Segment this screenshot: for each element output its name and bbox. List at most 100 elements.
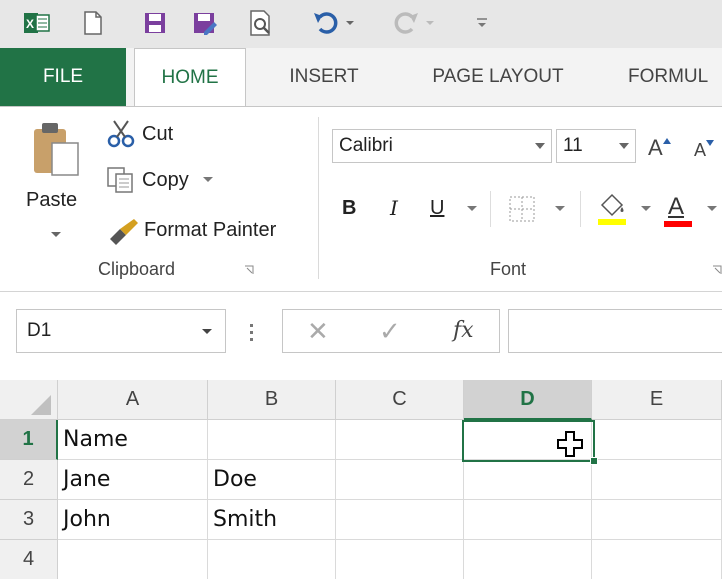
- copy-button[interactable]: Copy: [106, 163, 215, 197]
- formula-bar-grip[interactable]: [248, 316, 254, 346]
- save-icon[interactable]: [140, 8, 170, 38]
- cell-d3[interactable]: [464, 500, 592, 540]
- redo-icon[interactable]: [392, 8, 436, 38]
- shrink-font-button[interactable]: A: [694, 135, 715, 165]
- scissors-icon: [107, 120, 135, 148]
- format-painter-button[interactable]: Format Painter: [106, 213, 276, 247]
- column-header-c[interactable]: C: [336, 380, 464, 420]
- cell-b1[interactable]: [208, 420, 336, 460]
- font-color-button[interactable]: A: [662, 187, 692, 229]
- cancel-icon[interactable]: ✕: [307, 316, 329, 347]
- grow-font-label: A: [648, 135, 663, 160]
- italic-button[interactable]: I: [390, 191, 398, 225]
- font-launcher-icon[interactable]: [712, 265, 722, 275]
- formula-buttons: ✕ ✓ fx: [282, 309, 500, 353]
- borders-dropdown-icon[interactable]: [554, 205, 566, 213]
- cell-c4[interactable]: [336, 540, 464, 579]
- format-painter-icon: [110, 219, 138, 245]
- formula-bar-area: D1 ✕ ✓ fx: [0, 292, 722, 380]
- insert-function-icon[interactable]: fx: [453, 318, 474, 343]
- tab-home[interactable]: HOME: [134, 48, 246, 107]
- name-box[interactable]: D1: [16, 309, 226, 353]
- cell-e4[interactable]: [592, 540, 722, 579]
- toolbar-divider: [490, 191, 491, 227]
- font-color-dropdown-icon[interactable]: [706, 205, 718, 213]
- column-header-a[interactable]: A: [58, 380, 208, 420]
- row-header-4[interactable]: 4: [0, 540, 58, 579]
- cell-c3[interactable]: [336, 500, 464, 540]
- font-color-label: A: [668, 193, 685, 220]
- cell-a3[interactable]: John: [58, 500, 208, 540]
- cell-c2[interactable]: [336, 460, 464, 500]
- customize-qat-icon[interactable]: [472, 8, 492, 38]
- cell-b4[interactable]: [208, 540, 336, 579]
- print-preview-icon[interactable]: [246, 8, 276, 38]
- new-document-icon[interactable]: [80, 8, 106, 38]
- tab-file[interactable]: FILE: [0, 48, 126, 106]
- cell-e1[interactable]: [592, 420, 722, 460]
- paste-dropdown-icon[interactable]: [50, 231, 62, 239]
- cell-a2[interactable]: Jane: [58, 460, 208, 500]
- cut-label: Cut: [142, 122, 174, 145]
- clipboard-group-label: Clipboard: [98, 259, 176, 279]
- caret-up-icon: [662, 138, 671, 144]
- fill-handle[interactable]: [590, 457, 598, 465]
- fill-color-icon[interactable]: [596, 191, 628, 227]
- quick-access-toolbar: X: [0, 0, 722, 48]
- enter-icon[interactable]: ✓: [379, 316, 401, 347]
- format-painter-label: Format Painter: [144, 218, 277, 241]
- chevron-down-icon: [202, 329, 212, 334]
- font-size-value: 11: [563, 135, 583, 156]
- cell-d2[interactable]: [464, 460, 592, 500]
- fill-color-dropdown-icon[interactable]: [640, 205, 652, 213]
- bold-button[interactable]: B: [342, 191, 356, 225]
- underline-dropdown-icon[interactable]: [466, 205, 478, 213]
- cell-d4[interactable]: [464, 540, 592, 579]
- cell-e2[interactable]: [592, 460, 722, 500]
- copy-icon: [107, 167, 133, 193]
- caret-down-icon: [706, 140, 715, 146]
- font-color-swatch: [664, 221, 692, 227]
- font-size-dropdown[interactable]: 11: [556, 129, 636, 163]
- chevron-down-icon: [619, 143, 629, 149]
- column-header-d[interactable]: D: [464, 380, 592, 420]
- borders-icon[interactable]: [508, 195, 538, 223]
- clipboard-launcher-icon[interactable]: [244, 265, 254, 275]
- formula-input[interactable]: [508, 309, 722, 353]
- select-all-corner[interactable]: [0, 380, 58, 420]
- cell-b3[interactable]: Smith: [208, 500, 336, 540]
- ribbon-tabs: FILE HOME INSERT PAGE LAYOUT FORMUL: [0, 48, 722, 107]
- excel-logo-icon[interactable]: X: [22, 8, 52, 38]
- toolbar-divider: [580, 191, 581, 227]
- name-box-value: D1: [27, 320, 52, 341]
- row-header-2[interactable]: 2: [0, 460, 58, 500]
- copy-dropdown-icon[interactable]: [201, 175, 215, 185]
- cut-button[interactable]: Cut: [106, 117, 173, 151]
- grow-font-button[interactable]: A: [648, 133, 671, 163]
- cell-b2[interactable]: Doe: [208, 460, 336, 500]
- cell-a1[interactable]: Name: [58, 420, 208, 460]
- group-separator: [318, 117, 319, 279]
- undo-icon[interactable]: [312, 8, 356, 38]
- tab-insert[interactable]: INSERT: [272, 48, 376, 106]
- font-name-value: Calibri: [339, 135, 393, 156]
- tab-formulas[interactable]: FORMUL: [622, 48, 722, 106]
- cell-cursor-icon: [557, 431, 583, 457]
- paste-button[interactable]: Paste: [18, 119, 90, 245]
- worksheet-grid: A B C D E 1 2 3 4 Name Jane Doe John Smi…: [0, 380, 722, 579]
- column-header-e[interactable]: E: [592, 380, 722, 420]
- chevron-down-icon: [535, 143, 545, 149]
- tab-page-layout[interactable]: PAGE LAYOUT: [402, 48, 594, 106]
- cell-a4[interactable]: [58, 540, 208, 579]
- cell-c1[interactable]: [336, 420, 464, 460]
- row-header-1[interactable]: 1: [0, 420, 58, 460]
- row-header-3[interactable]: 3: [0, 500, 58, 540]
- shrink-font-label: A: [694, 139, 707, 160]
- ribbon-home: Paste Cut Copy Format Painter Clipboard …: [0, 106, 722, 292]
- cell-e3[interactable]: [592, 500, 722, 540]
- svg-text:X: X: [26, 17, 34, 31]
- font-name-dropdown[interactable]: Calibri: [332, 129, 552, 163]
- column-header-b[interactable]: B: [208, 380, 336, 420]
- save-as-icon[interactable]: [190, 8, 220, 38]
- underline-button[interactable]: U: [430, 191, 444, 225]
